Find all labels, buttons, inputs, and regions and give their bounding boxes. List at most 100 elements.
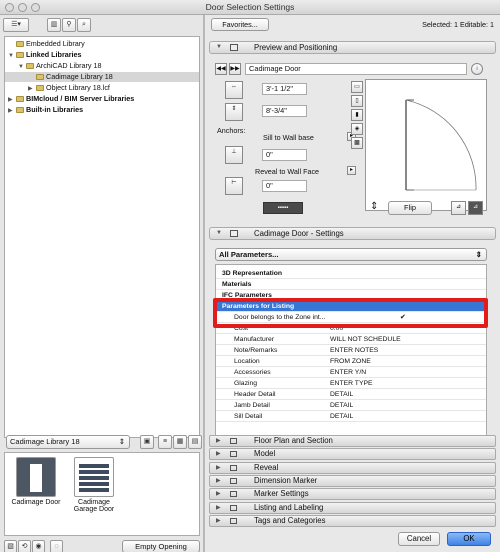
tree-item[interactable]: Embedded Library: [5, 39, 199, 49]
category-panel-header[interactable]: ▶ Marker Settings: [209, 488, 496, 501]
parameter-name: Location: [234, 358, 260, 365]
category-panel-header[interactable]: ▶ Dimension Marker: [209, 474, 496, 487]
parameter-row[interactable]: Glazing ENTER TYPE: [216, 378, 486, 389]
parameter-name: Manufacturer: [234, 336, 275, 343]
settings-section-title: Cadimage Door - Settings: [254, 229, 344, 238]
tree-item[interactable]: Cadimage Library 18: [5, 72, 199, 82]
flip-button[interactable]: Flip: [388, 201, 432, 215]
close-window-icon[interactable]: [5, 3, 14, 12]
width-field[interactable]: 3'-1 1/2": [262, 83, 307, 95]
object-name-field[interactable]: Cadimage Door: [245, 63, 467, 75]
anchor-point-buttons[interactable]: ▪▪▪▪▪: [263, 202, 303, 214]
library-view-menu-button[interactable]: ☰▾: [3, 18, 29, 32]
tree-item[interactable]: ▼ ArchiCAD Library 18: [5, 61, 199, 71]
globe-icon[interactable]: ◉: [32, 540, 45, 552]
library-bottom-bar: ▧ ⟲ ◉ ◌ Empty Opening: [4, 540, 200, 552]
list-view-icon[interactable]: ≡: [158, 435, 172, 449]
parameter-value[interactable]: ENTER NOTES: [330, 345, 378, 356]
door-swing-drawing: [405, 99, 477, 191]
parameter-value[interactable]: DETAIL: [330, 389, 353, 400]
parameter-name: Note/Remarks: [234, 347, 278, 354]
elevation-view-icon[interactable]: ▮: [351, 109, 363, 121]
parameter-row[interactable]: Note/Remarks ENTER NOTES: [216, 345, 486, 356]
thumbnail-cadimage-door[interactable]: Cadimage Door: [9, 457, 63, 506]
parameter-value[interactable]: FROM ZONE: [330, 356, 371, 367]
disclosure-closed-icon[interactable]: ▶: [8, 106, 16, 116]
all-parameters-label: All Parameters...: [219, 250, 279, 259]
large-icon-view-icon[interactable]: ▤: [188, 435, 202, 449]
parameter-group-row[interactable]: 3D Representation: [216, 268, 486, 279]
parameter-group-row[interactable]: Materials: [216, 279, 486, 290]
thumbnail-cadimage-garage-door[interactable]: Cadimage Garage Door: [67, 457, 121, 513]
axonometric-view-icon[interactable]: ▩: [351, 137, 363, 149]
library-manager-icon[interactable]: ▧: [4, 540, 17, 552]
opening-side-b-icon[interactable]: ⊿: [468, 201, 483, 215]
disclosure-closed-icon[interactable]: ▶: [8, 95, 16, 105]
minimize-window-icon[interactable]: [18, 3, 27, 12]
parameter-value[interactable]: ENTER Y/N: [330, 367, 366, 378]
disclosure-open-icon[interactable]: ▼: [18, 62, 26, 72]
info-icon[interactable]: i: [471, 63, 483, 75]
all-parameters-dropdown[interactable]: All Parameters... ⇕: [215, 248, 487, 261]
favorites-button[interactable]: Favorites...: [211, 18, 269, 31]
folder-view-icon[interactable]: ▥: [47, 18, 61, 32]
parameter-row[interactable]: Jamb Detail DETAIL: [216, 400, 486, 411]
category-label: Dimension Marker: [254, 475, 318, 485]
preview-section-header[interactable]: ▼ Preview and Positioning: [209, 41, 496, 54]
previous-object-icon[interactable]: ◀◀: [215, 63, 227, 75]
empty-opening-button[interactable]: Empty Opening: [122, 540, 200, 552]
reveal-anchor-dropdown-icon[interactable]: ▸: [347, 166, 356, 175]
hinge-side-icon[interactable]: ⇕: [370, 201, 378, 212]
search-view-icon[interactable]: ⌕: [77, 18, 91, 32]
parameter-row[interactable]: Accessories ENTER Y/N: [216, 367, 486, 378]
category-panel-header[interactable]: ▶ Listing and Labeling: [209, 501, 496, 514]
parameter-row[interactable]: Header Detail DETAIL: [216, 389, 486, 400]
expand-triangle-icon: ▶: [216, 491, 221, 498]
reveal-value-field[interactable]: 0": [262, 180, 307, 192]
subtype-view-icon[interactable]: ⚲: [62, 18, 76, 32]
disclosure-open-icon[interactable]: ▼: [8, 51, 16, 61]
chevron-updown-icon: ⇕: [475, 250, 482, 259]
folder-up-icon[interactable]: ▣: [140, 435, 154, 449]
tree-item[interactable]: ▶ Built-in Libraries: [5, 105, 199, 115]
tree-item[interactable]: ▶ Object Library 18.lcf: [5, 83, 199, 93]
parameter-row[interactable]: Location FROM ZONE: [216, 356, 486, 367]
door-thumbnail-image: [16, 457, 56, 497]
category-icon: [230, 477, 237, 484]
selection-info: Selected: 1 Editable: 1: [422, 20, 494, 29]
category-panel-header[interactable]: ▶ Model: [209, 448, 496, 461]
category-panel-header[interactable]: ▶ Floor Plan and Section: [209, 435, 496, 447]
bimcomponents-icon[interactable]: ◌: [50, 540, 63, 552]
section-view-icon[interactable]: ▯: [351, 95, 363, 107]
tree-item[interactable]: ▼ Linked Libraries: [5, 50, 199, 60]
collapse-triangle-icon: ▼: [216, 230, 222, 236]
settings-section-header[interactable]: ▼ Cadimage Door - Settings: [209, 227, 496, 240]
opening-side-a-icon[interactable]: ⊿: [451, 201, 466, 215]
disclosure-closed-icon[interactable]: ▶: [28, 84, 36, 94]
thumbnail-label: Cadimage Garage Door: [73, 499, 115, 513]
cancel-button[interactable]: Cancel: [398, 532, 440, 546]
parameter-value[interactable]: ENTER TYPE: [330, 378, 373, 389]
parameter-value[interactable]: DETAIL: [330, 411, 353, 422]
category-panel-header[interactable]: ▶ Reveal: [209, 461, 496, 474]
parameter-row[interactable]: Manufacturer WILL NOT SCHEDULE: [216, 334, 486, 345]
library-select[interactable]: Cadimage Library 18 ⇕: [6, 435, 130, 449]
tree-item[interactable]: ▶ BIMcloud / BIM Server Libraries: [5, 94, 199, 104]
height-field[interactable]: 8'-3/4": [262, 105, 307, 117]
parameter-name: 3D Representation: [222, 270, 283, 277]
grid-view-icon[interactable]: ▦: [173, 435, 187, 449]
parameter-value[interactable]: WILL NOT SCHEDULE: [330, 334, 401, 345]
parameter-value[interactable]: DETAIL: [330, 400, 353, 411]
category-panel-header[interactable]: ▶ Tags and Categories: [209, 514, 496, 527]
reload-icon[interactable]: ⟲: [18, 540, 31, 552]
height-icon: ⇕: [225, 103, 243, 121]
collapse-triangle-icon: ▼: [216, 44, 222, 50]
plan-view-icon[interactable]: ▭: [351, 81, 363, 93]
ok-button[interactable]: OK: [447, 532, 491, 546]
tree-item-label: Embedded Library: [26, 39, 85, 48]
sill-value-field[interactable]: 0": [262, 149, 307, 161]
3d-view-icon[interactable]: ◈: [351, 123, 363, 135]
parameter-row[interactable]: Sill Detail DETAIL: [216, 411, 486, 422]
next-object-icon[interactable]: ▶▶: [229, 63, 241, 75]
zoom-window-icon[interactable]: [31, 3, 40, 12]
